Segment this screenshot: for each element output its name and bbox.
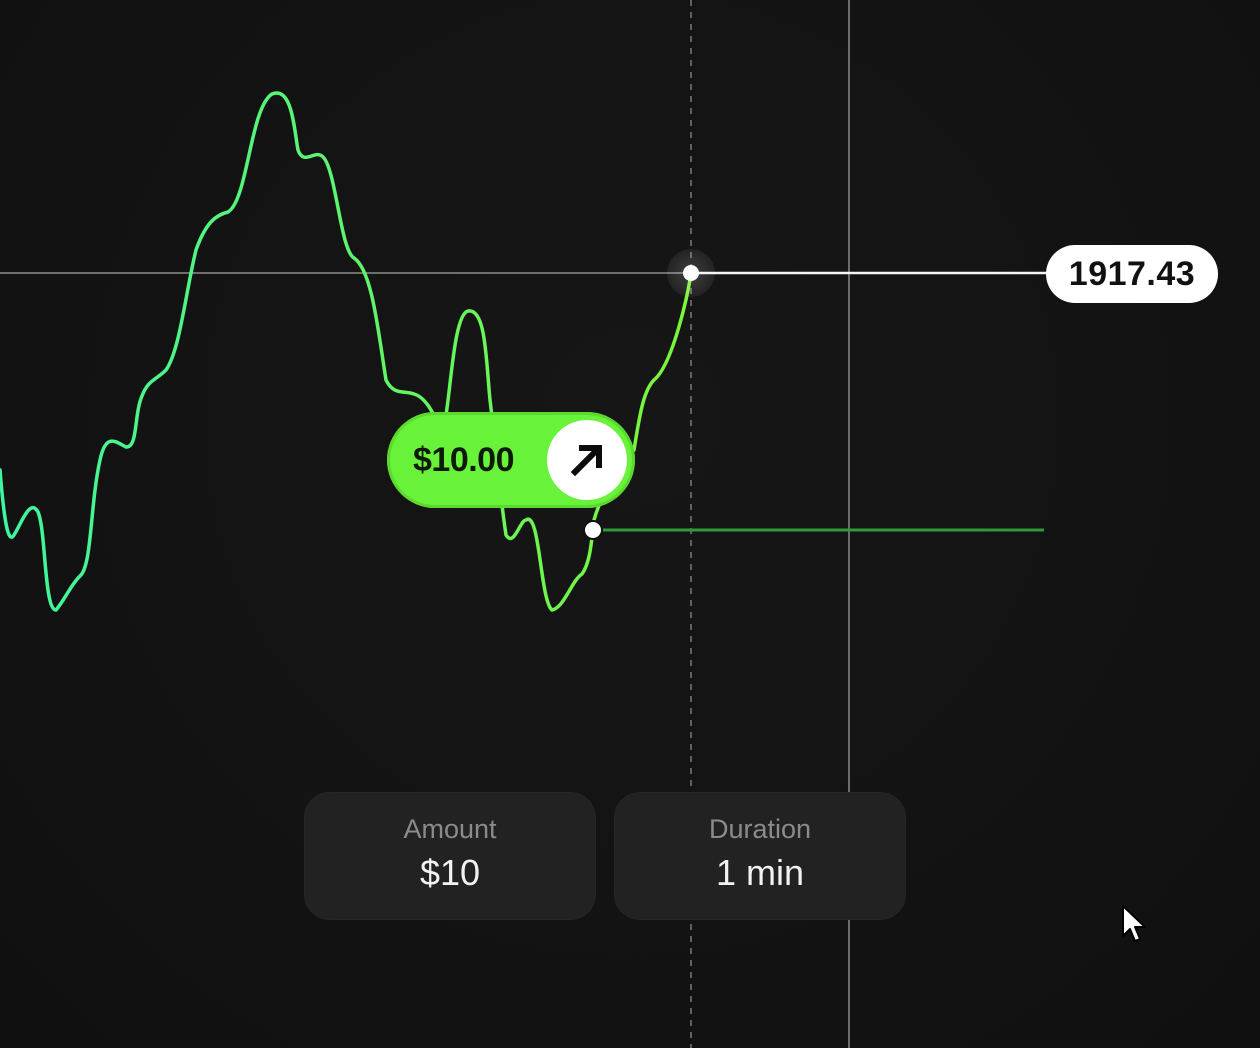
open-trade-pill[interactable]: $10.00 <box>387 412 635 508</box>
current-price-badge: 1917.43 <box>1046 245 1218 303</box>
current-price-point <box>683 265 699 281</box>
duration-value: 1 min <box>715 852 805 893</box>
mouse-pointer-icon <box>1120 904 1150 944</box>
duration-label: Duration <box>708 814 812 844</box>
entry-point <box>583 520 603 540</box>
arrow-up-right-icon <box>547 420 627 500</box>
amount-label: Amount <box>403 814 497 844</box>
trade-amount: $10.00 <box>413 440 515 479</box>
duration-selector[interactable]: Duration 1 min <box>614 792 906 920</box>
current-price-value: 1917.43 <box>1068 254 1196 293</box>
amount-selector[interactable]: Amount $10 <box>304 792 596 920</box>
trading-chart-screen: 1917.43 $10.00 Amount $10 Duration 1 min <box>0 0 1260 1048</box>
amount-value: $10 <box>419 852 481 893</box>
